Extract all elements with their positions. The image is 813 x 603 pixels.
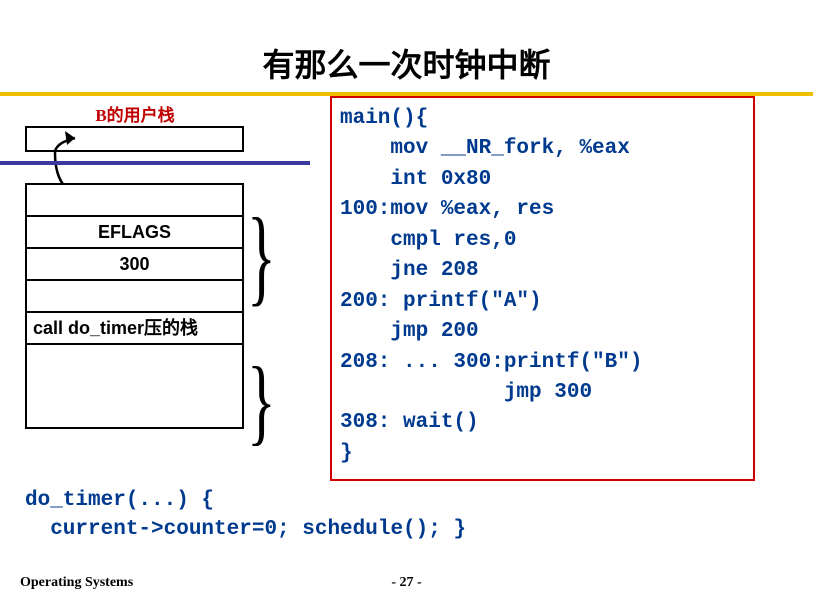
code-line: current->counter=0; schedule(); } — [25, 518, 466, 541]
code-line: 200: printf("A") — [340, 290, 542, 313]
code-line: 208: ... 300:printf("B") — [340, 351, 642, 374]
code-line: jmp 300 — [340, 381, 592, 404]
content-area: B的用户栈 EFLAGS 300 call do_timer压的栈 } } ma… — [0, 96, 813, 526]
code-line: } — [340, 442, 353, 465]
code-line: do_timer(...) { — [25, 489, 214, 512]
left-column: B的用户栈 EFLAGS 300 call do_timer压的栈 } } — [25, 101, 315, 152]
code-line: mov __NR_fork, %eax — [340, 137, 630, 160]
code-line: 308: wait() — [340, 411, 479, 434]
stack-row-blank-top — [27, 185, 242, 217]
code-line: jmp 200 — [340, 320, 479, 343]
code-box: main(){ mov __NR_fork, %eax int 0x80 100… — [330, 96, 755, 481]
footer-page: - 27 - — [0, 575, 813, 591]
slide-title: 有那么一次时钟中断 — [0, 40, 813, 86]
brace-icon-upper: } — [247, 202, 276, 310]
divider-blue — [0, 161, 310, 165]
code-line: int 0x80 — [340, 168, 491, 191]
stack-row-retaddr: 300 — [27, 249, 242, 281]
stack-row-big — [27, 345, 242, 427]
stack-row-eflags: EFLAGS — [27, 217, 242, 249]
stack-row-call-frame: call do_timer压的栈 — [27, 313, 242, 345]
bottom-code: do_timer(...) { current->counter=0; sche… — [25, 486, 466, 545]
stack-row-blank-mid — [27, 281, 242, 313]
brace-icon-lower: } — [247, 353, 276, 449]
code-line: 100:mov %eax, res — [340, 198, 554, 221]
code-line: cmpl res,0 — [340, 229, 516, 252]
code-line: main(){ — [340, 107, 428, 130]
kernel-stack: EFLAGS 300 call do_timer压的栈 — [25, 183, 244, 429]
code-line: jne 208 — [340, 259, 479, 282]
